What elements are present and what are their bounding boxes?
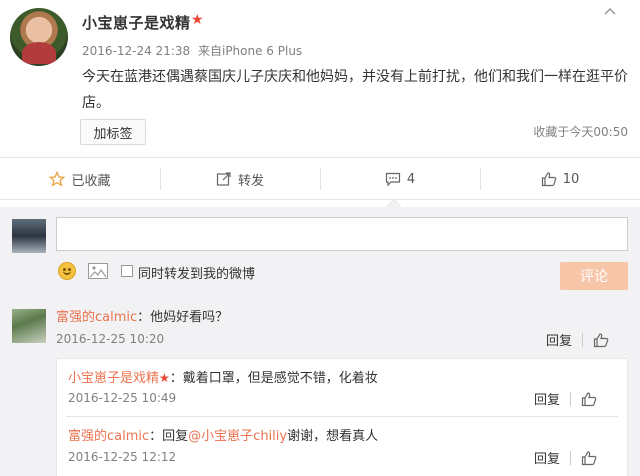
chevron-up-icon[interactable] xyxy=(604,6,616,18)
reply-prefix: ：回复 xyxy=(149,429,189,444)
thumbs-up-icon xyxy=(541,172,557,187)
author-name[interactable]: 小宝崽子是戏精 xyxy=(82,12,191,33)
vip-badge-icon: ★ xyxy=(159,371,170,385)
reply-text: 谢谢，想看真人 xyxy=(287,429,379,444)
thumbs-up-icon[interactable] xyxy=(581,391,597,407)
add-tag-button[interactable]: 加标签 xyxy=(80,119,146,145)
comment-tab-arrow xyxy=(387,199,401,207)
post-meta: 2016-12-24 21:38 来自iPhone 6 Plus xyxy=(82,42,302,59)
post-text: 今天在蓝港还偶遇蔡国庆儿子庆庆和他妈妈，并没有上前打扰，他们和我们一样在逛平价店… xyxy=(82,69,628,111)
action-divider xyxy=(570,450,572,465)
comment-actions: 回复 xyxy=(546,330,609,349)
vip-badge-icon: ★ xyxy=(191,12,204,28)
comment-count: 4 xyxy=(406,171,416,187)
repost-icon xyxy=(216,172,231,186)
repost-option-label: 同时转发到我的微博 xyxy=(138,267,256,282)
reply-link[interactable]: 回复 xyxy=(546,330,572,349)
current-user-avatar[interactable] xyxy=(12,219,46,253)
reply-time: 2016-12-25 10:49 xyxy=(68,391,177,405)
like-count: 10 xyxy=(562,171,580,187)
reply-time: 2016-12-25 12:12 xyxy=(68,450,177,464)
commenter-avatar[interactable] xyxy=(12,309,46,343)
reply-link[interactable]: 回复 xyxy=(534,448,560,467)
source-prefix: 来自 xyxy=(197,44,222,58)
reply-line: 富强的calmic：回复@小宝崽子chiliy谢谢，想看真人 xyxy=(68,425,378,444)
reply-line: 小宝崽子是戏精★：戴着口罩，但是感觉不错，化着妆 xyxy=(68,367,378,386)
favorite-label: 已收藏 xyxy=(71,173,111,189)
image-icon[interactable] xyxy=(88,263,108,279)
reply-actions: 回复 xyxy=(534,448,597,467)
repost-button[interactable]: 转发 xyxy=(160,158,320,200)
reply-link[interactable]: 回复 xyxy=(534,389,560,408)
reply-divider xyxy=(66,416,618,417)
author-avatar[interactable] xyxy=(10,8,68,66)
repost-label: 转发 xyxy=(237,173,264,189)
replier-name[interactable]: 富强的calmic xyxy=(68,429,149,444)
comment-input[interactable] xyxy=(56,217,628,251)
commenter-name[interactable]: 富强的calmic xyxy=(56,310,137,325)
repost-checkbox[interactable] xyxy=(121,265,133,277)
replier-name[interactable]: 小宝崽子是戏精 xyxy=(68,371,159,386)
star-outline-icon xyxy=(49,171,66,187)
action-divider xyxy=(582,332,584,347)
reply-text: ：戴着口罩，但是感觉不错，化着妆 xyxy=(169,371,378,386)
favorite-button[interactable]: 已收藏 xyxy=(0,158,160,200)
comment-icon xyxy=(385,172,400,187)
thumbs-up-icon[interactable] xyxy=(581,450,597,466)
action-divider xyxy=(570,391,572,406)
comment-text: ：他妈好看吗？ xyxy=(137,310,229,325)
comment-line: 富强的calmic：他妈好看吗？ xyxy=(56,306,228,325)
submit-comment-button[interactable]: 评论 xyxy=(560,262,628,290)
comment-button[interactable]: 4 xyxy=(320,158,480,200)
thumbs-up-icon[interactable] xyxy=(593,332,609,348)
mention-link[interactable]: @小宝崽子chiliy xyxy=(188,429,287,444)
favorited-time: 收藏于今天00:50 xyxy=(533,125,628,139)
post-date[interactable]: 2016-12-24 21:38 xyxy=(82,44,190,58)
reply-actions: 回复 xyxy=(534,389,597,408)
comment-time: 2016-12-25 10:20 xyxy=(56,332,165,346)
post-source[interactable]: iPhone 6 Plus xyxy=(222,44,302,58)
divider xyxy=(0,199,640,200)
like-button[interactable]: 10 xyxy=(480,158,640,200)
